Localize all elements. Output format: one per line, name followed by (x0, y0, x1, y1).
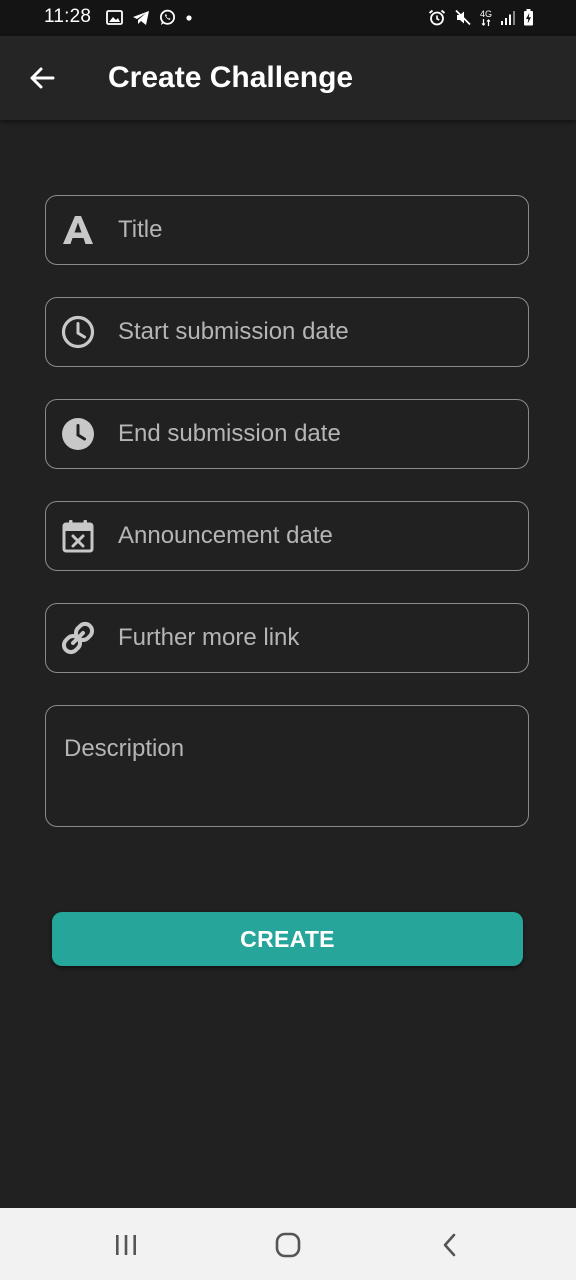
alarm-icon (428, 9, 446, 26)
dot-icon (185, 10, 193, 26)
system-navigation-bar (0, 1208, 576, 1280)
create-button[interactable]: CREATE (52, 912, 523, 966)
start-submission-date-placeholder: Start submission date (118, 318, 349, 345)
title-placeholder: Title (118, 216, 163, 243)
title-field[interactable]: Title (45, 195, 529, 265)
further-more-link-field[interactable]: Further more link (45, 603, 529, 673)
back-nav-icon (443, 1233, 456, 1257)
back-nav-button[interactable] (430, 1228, 470, 1262)
network-4g-icon: 4G (479, 8, 492, 26)
arrow-back-icon (30, 67, 55, 89)
clock-filled-icon (60, 416, 96, 452)
signal-icon (500, 10, 515, 26)
announcement-date-placeholder: Announcement date (118, 522, 333, 549)
end-submission-date-placeholder: End submission date (118, 420, 341, 447)
page-title: Create Challenge (108, 61, 354, 94)
start-submission-date-field[interactable]: Start submission date (45, 297, 529, 367)
home-button[interactable] (268, 1228, 308, 1262)
back-button[interactable] (22, 58, 62, 98)
link-icon (60, 620, 96, 656)
status-time: 11:28 (44, 6, 92, 27)
description-placeholder: Description (64, 735, 185, 762)
announcement-date-field[interactable]: Announcement date (45, 501, 529, 571)
recent-apps-icon (116, 1235, 136, 1255)
calendar-x-icon (60, 518, 96, 554)
telegram-icon (132, 10, 150, 26)
app-bar: Create Challenge (0, 36, 576, 120)
status-bar: 11:28 4G (0, 0, 576, 36)
battery-charging-icon (523, 9, 534, 26)
font-letter-a-icon (60, 212, 96, 248)
mute-icon (454, 9, 472, 26)
network-type-label: 4G (479, 8, 492, 19)
end-submission-date-field[interactable]: End submission date (45, 399, 529, 469)
gallery-icon (106, 10, 123, 25)
clock-outline-icon (60, 314, 96, 350)
create-challenge-screen: 11:28 4G Create Challenge Title Start su… (0, 0, 576, 1280)
notification-icons (106, 9, 193, 26)
further-more-link-placeholder: Further more link (118, 624, 300, 651)
description-field[interactable]: Description (45, 705, 529, 827)
whatsapp-icon (159, 9, 176, 26)
system-status-icons: 4G (428, 9, 534, 26)
recent-apps-button[interactable] (106, 1228, 146, 1262)
home-icon (275, 1232, 301, 1258)
